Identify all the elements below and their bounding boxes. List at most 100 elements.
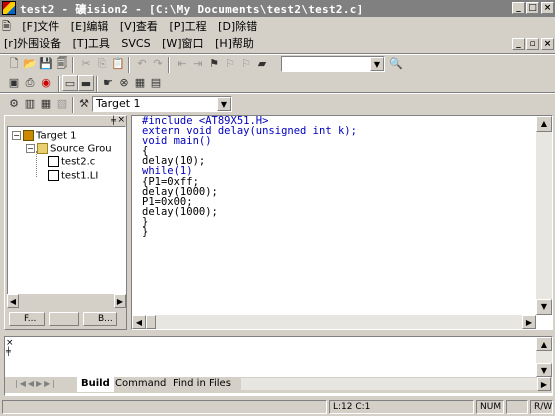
print-icon[interactable]: ⎙: [22, 75, 38, 91]
app-icon[interactable]: [2, 1, 16, 15]
save-all-icon[interactable]: 🗐: [54, 56, 70, 72]
maximize-button[interactable]: □: [526, 2, 539, 14]
bookmark-icon[interactable]: ⚑: [206, 56, 222, 72]
target-select[interactable]: Target 1 ▼: [92, 96, 232, 112]
menu-bar-1: 🗎 [F]文件 [E]编辑 [V]查看 [P]工程 [D]除错: [0, 18, 555, 36]
menu-window[interactable]: [W]窗口: [158, 35, 207, 52]
output-vscroll[interactable]: ▲ ▼: [536, 337, 552, 377]
toggle-output-icon[interactable]: ▬: [78, 75, 94, 91]
tree-node-file[interactable]: test1.LI: [48, 170, 98, 183]
scroll-left-icon[interactable]: ◀: [132, 315, 146, 329]
save-icon[interactable]: 💾: [38, 56, 54, 72]
menu-project[interactable]: [P]工程: [165, 18, 210, 35]
build-icon[interactable]: ▥: [22, 96, 38, 112]
prev-bookmark-icon[interactable]: ⚐: [222, 56, 238, 72]
scroll-thumb[interactable]: [146, 315, 156, 329]
minimize-button[interactable]: _: [512, 2, 525, 14]
target-options-icon[interactable]: ⚒: [76, 96, 92, 112]
tree-node-target[interactable]: − Target 1: [12, 130, 76, 143]
tree-node-file[interactable]: test2.c: [48, 156, 95, 169]
menu-view[interactable]: [V]查看: [116, 18, 162, 35]
tree-label-target: Target 1: [36, 130, 77, 142]
window-title: test2 - 礦ision2 - [C:\My Documents\test2…: [20, 3, 364, 16]
editor-hscroll[interactable]: ◀ ▶: [132, 315, 536, 329]
collapse-icon[interactable]: −: [26, 144, 35, 153]
find-combo[interactable]: ▼: [281, 56, 385, 72]
hand-icon[interactable]: ☛: [100, 75, 116, 91]
doc-close-button[interactable]: ×: [541, 38, 554, 50]
tab-regs[interactable]: [49, 312, 79, 326]
menu-help[interactable]: [H]帮助: [211, 35, 258, 52]
doc-restore-button[interactable]: ▫: [526, 38, 539, 50]
menu-file[interactable]: [F]文件: [18, 18, 63, 35]
tab-files[interactable]: F...: [9, 312, 45, 326]
redo-icon[interactable]: ↷: [150, 56, 166, 72]
output-tabbar: |◀◀▶▶| Build Command Find in Files ▶: [5, 377, 552, 393]
output-hscroll[interactable]: [241, 378, 537, 390]
breakpoint-icon[interactable]: ⊗: [116, 75, 132, 91]
translate-icon[interactable]: ⚙: [6, 96, 22, 112]
tab-find-in-files[interactable]: Find in Files: [173, 377, 231, 392]
stop-build-icon[interactable]: ▧: [54, 96, 70, 112]
collapse-icon[interactable]: −: [12, 131, 21, 140]
status-bar: L:12 C:1 NUM R/W: [0, 398, 555, 416]
code-line: delay(1000);: [142, 205, 218, 218]
menu-edit[interactable]: [E]编辑: [67, 18, 113, 35]
status-position: L:12 C:1: [329, 400, 474, 414]
menu-debug[interactable]: [D]除错: [214, 18, 261, 35]
file-icon: [48, 170, 59, 181]
cut-icon[interactable]: ✂: [78, 56, 94, 72]
scroll-up-icon[interactable]: ▲: [536, 116, 552, 132]
menu-peripherals[interactable]: [r]外围设备: [0, 35, 65, 52]
tab-books-label: B...: [98, 314, 113, 324]
new-file-icon[interactable]: 🗋: [6, 56, 22, 72]
rebuild-icon[interactable]: ▦: [38, 96, 54, 112]
open-folder-icon[interactable]: 📂: [22, 56, 38, 72]
find-in-files-icon[interactable]: 🔍: [388, 56, 404, 72]
copy-icon[interactable]: ⎘: [94, 56, 110, 72]
indent-icon[interactable]: ⇤: [174, 56, 190, 72]
clear-bookmark-icon[interactable]: ▰: [254, 56, 270, 72]
code-line: }: [142, 226, 149, 239]
undo-icon[interactable]: ↶: [134, 56, 150, 72]
panel-close-icon[interactable]: ×: [117, 116, 125, 125]
memory-icon[interactable]: ▤: [148, 75, 164, 91]
scroll-right-icon[interactable]: ▶: [522, 315, 536, 329]
tab-build[interactable]: Build: [77, 377, 114, 392]
paste-icon[interactable]: 📋: [110, 56, 126, 72]
scroll-down-icon[interactable]: ▼: [536, 363, 552, 377]
title-bar: test2 - 礦ision2 - [C:\My Documents\test2…: [0, 0, 555, 17]
scroll-down-icon[interactable]: ▼: [536, 299, 552, 315]
code-editor[interactable]: #include <AT89X51.H> extern void delay(u…: [131, 115, 553, 330]
editor-vscroll[interactable]: ▲ ▼: [536, 116, 552, 315]
doc-icon[interactable]: 🗎: [0, 18, 15, 35]
scroll-left-icon[interactable]: ◀: [7, 294, 19, 308]
tab-command[interactable]: Command: [115, 377, 166, 392]
toggle-window-icon[interactable]: ▭: [62, 75, 78, 91]
project-tabs: F... B...: [7, 312, 126, 328]
menu-tools[interactable]: [T]工具: [69, 35, 114, 52]
unindent-icon[interactable]: ⇥: [190, 56, 206, 72]
scroll-up-icon[interactable]: ▲: [536, 337, 552, 351]
tree-line: [36, 151, 37, 177]
close-button[interactable]: ×: [541, 2, 554, 14]
output-pin-icon[interactable]: ╪: [6, 347, 11, 356]
debug-start-icon[interactable]: ◉: [38, 75, 54, 91]
compile-icon[interactable]: ▣: [6, 75, 22, 91]
code-area[interactable]: #include <AT89X51.H> extern void delay(u…: [142, 116, 357, 239]
chevron-down-icon[interactable]: ▼: [217, 97, 231, 111]
scroll-right-icon[interactable]: ▶: [114, 294, 126, 308]
menu-svcs[interactable]: SVCS: [117, 35, 154, 52]
chevron-down-icon[interactable]: ▼: [370, 57, 384, 71]
code-line: }: [142, 215, 149, 228]
next-bookmark-icon[interactable]: ⚐: [238, 56, 254, 72]
panel-pin-icon[interactable]: ╪: [111, 117, 116, 125]
tree-hscroll[interactable]: ◀ ▶: [7, 294, 126, 308]
scroll-right-icon[interactable]: ▶: [537, 377, 551, 391]
tab-books[interactable]: B...: [83, 312, 117, 326]
doc-minimize-button[interactable]: _: [512, 38, 525, 50]
disassembly-icon[interactable]: ▦: [132, 75, 148, 91]
tab-nav-icon[interactable]: |◀◀▶▶|: [15, 379, 57, 388]
tree-node-group[interactable]: − Source Grou: [26, 143, 112, 156]
project-panel: ╪ × − Target 1 − Source Grou test2.c test1…: [4, 115, 127, 330]
